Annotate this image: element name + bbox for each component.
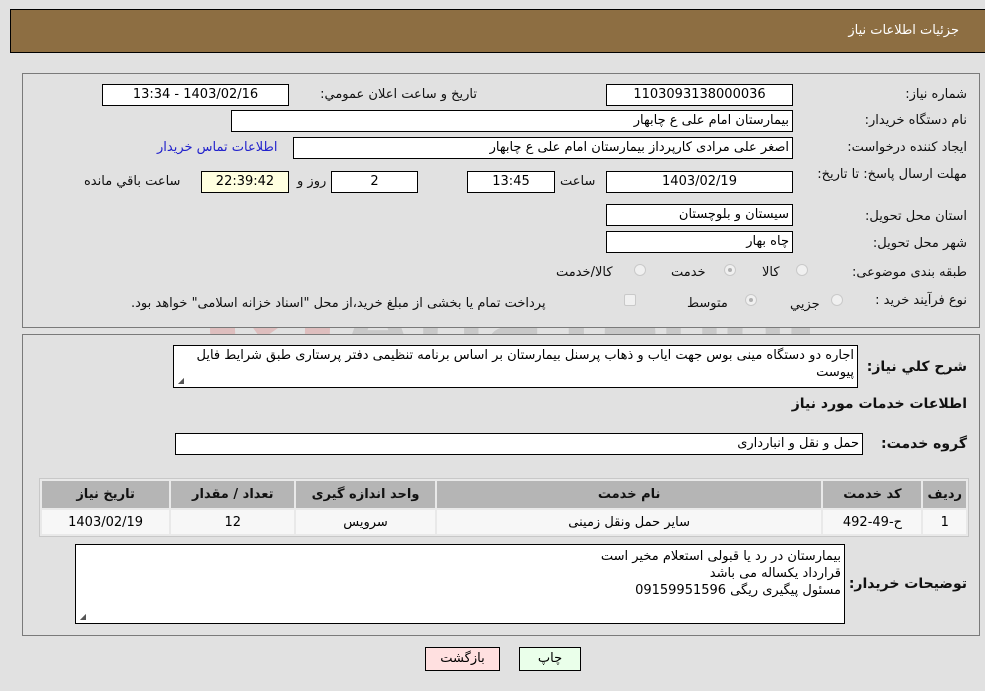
- page-title: جزئیات اطلاعات نیاز: [848, 23, 959, 38]
- category-option-service: خدمت: [671, 265, 706, 280]
- description-text: اجاره دو دستگاه مینی بوس جهت ایاب و ذهاب…: [196, 348, 854, 380]
- province-field: سیستان و بلوچستان: [606, 204, 793, 226]
- requester-field: اصغر علی مرادی کارپرداز بیمارستان امام ع…: [293, 137, 793, 159]
- services-section-title: اطلاعات خدمات مورد نياز: [791, 396, 967, 412]
- buyer-org-label: نام دستگاه خريدار:: [864, 113, 967, 128]
- purchase-type-label: نوع فرآیند خرید :: [875, 293, 967, 308]
- services-table-wrap: رديف کد خدمت نام خدمت واحد اندازه گيری ت…: [39, 478, 969, 537]
- service-group-field: حمل و نقل و انبارداری: [175, 433, 863, 455]
- cell-service-code: ح-49-492: [823, 510, 922, 534]
- buyer-note-line: قرارداد یکساله می باشد: [709, 566, 841, 581]
- days-remaining-field: 2: [331, 171, 418, 193]
- purchase-radio-minor[interactable]: [831, 294, 843, 306]
- col-header-row-num: رديف: [923, 481, 966, 508]
- purchase-option-medium: متوسط: [687, 296, 728, 311]
- need-number-field: 1103093138000036: [606, 84, 793, 106]
- table-row: 1 ح-49-492 سایر حمل ونقل زمینی سرویس 12 …: [42, 510, 966, 534]
- time-remaining-field: 22:39:42: [201, 171, 289, 193]
- need-number-label: شماره نیاز:: [905, 87, 967, 102]
- category-option-goods: کالا: [762, 265, 780, 280]
- page-header: جزئیات اطلاعات نیاز: [10, 9, 985, 53]
- col-header-service-name: نام خدمت: [436, 481, 822, 508]
- buyer-notes-textarea[interactable]: بیمارستان در رد یا قبولی استعلام مخیر اس…: [75, 544, 845, 624]
- cell-row-num: 1: [923, 510, 966, 534]
- treasury-checkbox[interactable]: [624, 294, 636, 306]
- buyer-contact-link[interactable]: اطلاعات تماس خريدار: [157, 140, 277, 155]
- col-header-quantity: تعداد / مقدار: [171, 481, 295, 508]
- buyer-note-line: بیمارستان در رد یا قبولی استعلام مخیر اس…: [600, 549, 841, 564]
- category-radio-goods[interactable]: [796, 264, 808, 276]
- description-label: شرح کلي نياز:: [866, 359, 967, 375]
- announce-datetime-label: تاریخ و ساعت اعلان عمومي:: [320, 87, 477, 102]
- deadline-time-field: 13:45: [467, 171, 555, 193]
- table-header-row: رديف کد خدمت نام خدمت واحد اندازه گيری ت…: [42, 481, 966, 508]
- buyer-notes-label: توضيحات خريدار:: [848, 576, 967, 592]
- purchase-option-minor: جزيي: [790, 297, 820, 312]
- province-label: استان محل تحویل:: [865, 209, 967, 224]
- back-button[interactable]: بازگشت: [425, 647, 500, 671]
- buyer-org-field: بیمارستان امام علی ع چابهار: [231, 110, 793, 132]
- print-button[interactable]: چاپ: [519, 647, 581, 671]
- requester-label: ايجاد کننده درخواست:: [847, 140, 967, 155]
- cell-unit: سرویس: [296, 510, 435, 534]
- purchase-radio-medium[interactable]: [745, 294, 757, 306]
- cell-need-date: 1403/02/19: [42, 510, 170, 534]
- time-remaining-label: ساعت باقي مانده: [84, 174, 181, 189]
- category-radio-service[interactable]: [724, 264, 736, 276]
- announce-datetime-field: 1403/02/16 - 13:34: [102, 84, 289, 106]
- category-label: طبقه بندی موضوعی:: [851, 265, 967, 280]
- service-group-label: گروه خدمت:: [881, 436, 967, 452]
- resize-grip-icon[interactable]: ◢: [78, 613, 86, 621]
- category-option-goods-service: کالا/خدمت: [556, 265, 613, 280]
- deadline-date-field: 1403/02/19: [606, 171, 793, 193]
- city-label: شهر محل تحویل:: [872, 236, 967, 251]
- treasury-note: پرداخت تمام یا بخشی از مبلغ خرید،از محل …: [131, 296, 546, 311]
- cell-quantity: 12: [171, 510, 295, 534]
- city-field: چاه بهار: [606, 231, 793, 253]
- col-header-unit: واحد اندازه گيری: [296, 481, 435, 508]
- cell-service-name: سایر حمل ونقل زمینی: [436, 510, 822, 534]
- deadline-label: مهلت ارسال پاسخ: تا تاریخ:: [817, 167, 967, 182]
- col-header-need-date: تاريخ نياز: [42, 481, 170, 508]
- category-radio-goods-service[interactable]: [634, 264, 646, 276]
- description-textarea[interactable]: اجاره دو دستگاه مینی بوس جهت ایاب و ذهاب…: [173, 345, 858, 388]
- days-label: روز و: [297, 174, 327, 189]
- resize-grip-icon[interactable]: ◢: [176, 377, 184, 385]
- services-table: رديف کد خدمت نام خدمت واحد اندازه گيری ت…: [39, 478, 969, 537]
- deadline-time-label: ساعت: [560, 174, 596, 189]
- col-header-service-code: کد خدمت: [823, 481, 922, 508]
- buyer-note-line: مسئول پیگیری ریگی 09159951596: [635, 583, 841, 598]
